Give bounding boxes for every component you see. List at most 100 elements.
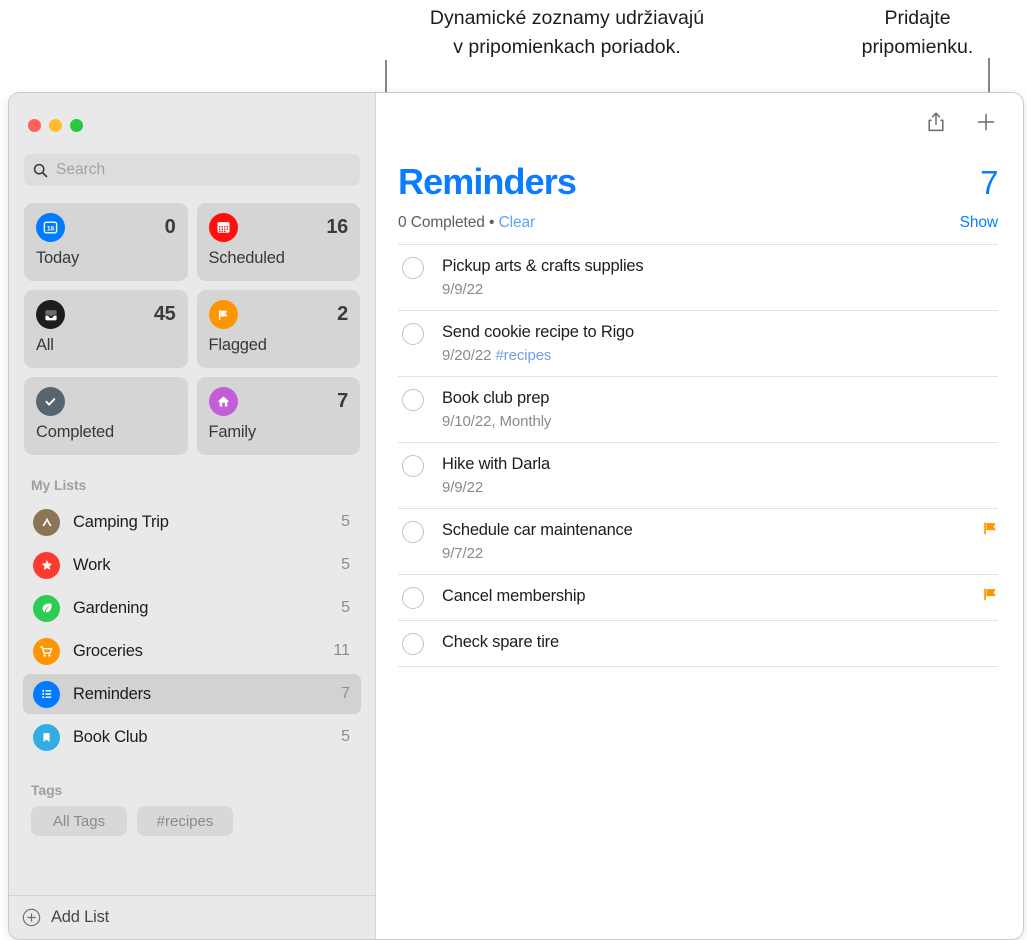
sidebar-item-reminders[interactable]: Reminders 7 — [23, 674, 361, 714]
clear-completed-link[interactable]: Clear — [499, 214, 536, 231]
reminder-row[interactable]: Schedule car maintenance 9/7/22 — [398, 509, 998, 575]
smart-card-flagged[interactable]: 2 Flagged — [196, 290, 360, 368]
add-list-button[interactable]: Add List — [9, 895, 375, 939]
add-reminder-button[interactable] — [974, 109, 998, 135]
sidebar-item-work[interactable]: Work 5 — [23, 545, 361, 585]
reminder-checkbox[interactable] — [402, 587, 424, 609]
reminder-tag[interactable]: #recipes — [495, 347, 551, 364]
tag-pill-recipes[interactable]: #recipes — [137, 806, 233, 836]
smart-card-family[interactable]: 7 Family — [196, 377, 360, 455]
reminder-row[interactable]: Hike with Darla 9/9/22 — [398, 443, 998, 509]
show-completed-link[interactable]: Show — [960, 214, 998, 232]
smart-lists-grid: 18 0 Today 16 Scheduled 45 All 2 Flagged… — [24, 203, 360, 455]
section-header-tags: Tags — [31, 782, 63, 798]
meta-separator: • — [489, 214, 495, 231]
sidebar-item-label: Gardening — [73, 598, 149, 617]
reminder-row[interactable]: Cancel membership — [398, 575, 998, 621]
smart-card-completed[interactable]: Completed — [24, 377, 188, 455]
reminder-title: Send cookie recipe to Rigo — [442, 323, 635, 341]
reminder-flag-icon — [982, 521, 998, 539]
smart-card-scheduled[interactable]: 16 Scheduled — [196, 203, 360, 281]
sidebar-item-count: 5 — [341, 599, 350, 616]
plus-icon — [977, 113, 995, 131]
reminder-checkbox[interactable] — [402, 257, 424, 279]
callout-text-add-reminder: Pridajte pripomienku. — [861, 7, 974, 58]
reminders-app-window: Search 18 0 Today 16 Scheduled 45 All 2 … — [8, 92, 1024, 940]
reminder-date: 9/9/22 — [442, 281, 484, 298]
reminder-title: Cancel membership — [442, 587, 586, 605]
reminder-subtitle: 9/7/22 — [442, 544, 964, 563]
calendar-icon — [208, 213, 238, 242]
sidebar-item-count: 5 — [341, 513, 350, 530]
reminder-date: 9/10/22, — [442, 413, 496, 430]
window-controls — [9, 93, 375, 132]
sidebar-item-count: 5 — [341, 728, 350, 745]
meta-row: 0 Completed • Clear Show — [394, 203, 1005, 232]
share-button[interactable] — [924, 109, 948, 135]
reminder-checkbox[interactable] — [402, 633, 424, 655]
reminder-checkbox[interactable] — [402, 389, 424, 411]
reminder-checkbox[interactable] — [402, 521, 424, 543]
sidebar-item-book-club[interactable]: Book Club 5 — [23, 717, 361, 757]
bookmark-icon — [33, 723, 60, 751]
smart-card-count: 2 — [337, 303, 348, 325]
close-button[interactable] — [28, 119, 41, 132]
reminder-row[interactable]: Check spare tire — [398, 621, 998, 667]
reminder-row[interactable]: Send cookie recipe to Rigo 9/20/22 #reci… — [398, 311, 998, 377]
reminder-row[interactable]: Book club prep 9/10/22, Monthly — [398, 377, 998, 443]
sidebar: Search 18 0 Today 16 Scheduled 45 All 2 … — [9, 93, 376, 939]
reminder-recurrence: Monthly — [499, 413, 552, 430]
tent-icon — [33, 508, 60, 536]
reminder-subtitle: 9/10/22, Monthly — [442, 412, 964, 431]
smart-card-label: Flagged — [208, 336, 267, 354]
calendar-day-icon: 18 — [36, 213, 65, 242]
page-title: Reminders — [398, 161, 577, 202]
smart-card-today[interactable]: 18 0 Today — [24, 203, 188, 281]
maximize-button[interactable] — [70, 119, 83, 132]
tag-pill-all-tags[interactable]: All Tags — [31, 806, 127, 836]
reminder-title: Schedule car maintenance — [442, 521, 633, 539]
reminder-checkbox[interactable] — [402, 323, 424, 345]
house-icon — [208, 387, 238, 416]
smart-card-label: Family — [208, 423, 257, 441]
list-icon — [33, 680, 60, 708]
smart-card-all[interactable]: 45 All — [24, 290, 188, 368]
reminder-flag-icon — [982, 587, 998, 605]
sidebar-item-label: Book Club — [73, 727, 148, 746]
svg-text:18: 18 — [47, 225, 55, 232]
reminder-subtitle: 9/20/22 #recipes — [442, 346, 964, 365]
reminder-body: Schedule car maintenance 9/7/22 — [442, 520, 964, 563]
search-icon — [33, 163, 48, 177]
plus-circle-icon — [22, 908, 41, 927]
smart-card-count: 7 — [337, 390, 348, 412]
reminder-date: 9/7/22 — [442, 545, 484, 562]
sidebar-item-count: 7 — [341, 685, 350, 702]
reminder-date: 9/20/22 — [442, 347, 492, 364]
title-row: Reminders 7 — [394, 151, 1005, 203]
reminder-checkbox[interactable] — [402, 455, 424, 477]
sidebar-item-camping-trip[interactable]: Camping Trip 5 — [23, 502, 361, 542]
reminder-subtitle: 9/9/22 — [442, 478, 964, 497]
reminder-title: Pickup arts & crafts supplies — [442, 257, 644, 275]
sidebar-item-gardening[interactable]: Gardening 5 — [23, 588, 361, 628]
sidebar-item-count: 11 — [333, 642, 350, 659]
sidebar-item-count: 5 — [341, 556, 350, 573]
share-icon — [928, 112, 944, 132]
search-input[interactable]: Search — [24, 154, 360, 186]
checkmark-icon — [36, 387, 65, 416]
leaf-icon — [33, 594, 60, 622]
reminder-body: Book club prep 9/10/22, Monthly — [442, 388, 964, 431]
reminder-row[interactable]: Pickup arts & crafts supplies 9/9/22 — [398, 244, 998, 311]
reminders-list: Pickup arts & crafts supplies 9/9/22 Sen… — [394, 244, 1005, 667]
flag-icon — [208, 300, 238, 329]
minimize-button[interactable] — [49, 119, 62, 132]
smart-card-label: Scheduled — [208, 249, 285, 267]
reminder-subtitle: 9/9/22 — [442, 280, 964, 299]
sidebar-item-groceries[interactable]: Groceries 11 — [23, 631, 361, 671]
sidebar-scroll-area[interactable]: Search 18 0 Today 16 Scheduled 45 All 2 … — [9, 93, 375, 939]
smart-card-label: Completed — [36, 423, 114, 441]
smart-card-count: 16 — [326, 216, 348, 238]
smart-card-label: Today — [36, 249, 80, 267]
reminder-body: Cancel membership — [442, 586, 964, 607]
completed-status: 0 Completed • Clear — [398, 214, 535, 232]
